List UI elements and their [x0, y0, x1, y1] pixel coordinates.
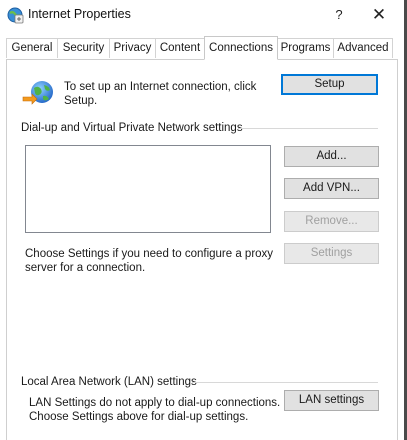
- remove-button[interactable]: Remove...: [284, 211, 379, 232]
- lan-settings-button[interactable]: LAN settings: [284, 390, 379, 411]
- setup-button[interactable]: Setup: [281, 74, 378, 95]
- internet-properties-icon: [7, 7, 24, 24]
- tab-advanced[interactable]: Advanced: [333, 38, 393, 58]
- dialup-group-label: Dial-up and Virtual Private Network sett…: [21, 122, 249, 134]
- tab-strip: General Security Privacy Content Connect…: [6, 36, 398, 60]
- title-bar[interactable]: Internet Properties ? ✕: [0, 0, 404, 30]
- group-divider: [192, 382, 378, 383]
- window-title: Internet Properties: [28, 7, 131, 21]
- connections-list[interactable]: [25, 145, 271, 233]
- tab-connections[interactable]: Connections: [204, 36, 278, 60]
- tab-general[interactable]: General: [6, 38, 58, 58]
- tab-programs[interactable]: Programs: [277, 38, 334, 58]
- lan-group-label: Local Area Network (LAN) settings: [21, 376, 203, 388]
- add-vpn-button[interactable]: Add VPN...: [284, 178, 379, 199]
- globe-network-icon: [22, 81, 53, 105]
- group-divider: [238, 128, 378, 129]
- proxy-description: Choose Settings if you need to configure…: [25, 248, 274, 274]
- add-button[interactable]: Add...: [284, 146, 379, 167]
- tab-privacy[interactable]: Privacy: [109, 38, 156, 58]
- close-button[interactable]: ✕: [365, 4, 393, 26]
- internet-properties-dialog: Internet Properties ? ✕ General Security…: [0, 0, 407, 440]
- setup-description: To set up an Internet connection, click …: [64, 81, 257, 107]
- settings-button[interactable]: Settings: [284, 243, 379, 264]
- help-button[interactable]: ?: [325, 4, 353, 26]
- lan-description: LAN Settings do not apply to dial-up con…: [29, 397, 281, 423]
- tab-security[interactable]: Security: [57, 38, 110, 58]
- tab-content[interactable]: Content: [155, 38, 205, 58]
